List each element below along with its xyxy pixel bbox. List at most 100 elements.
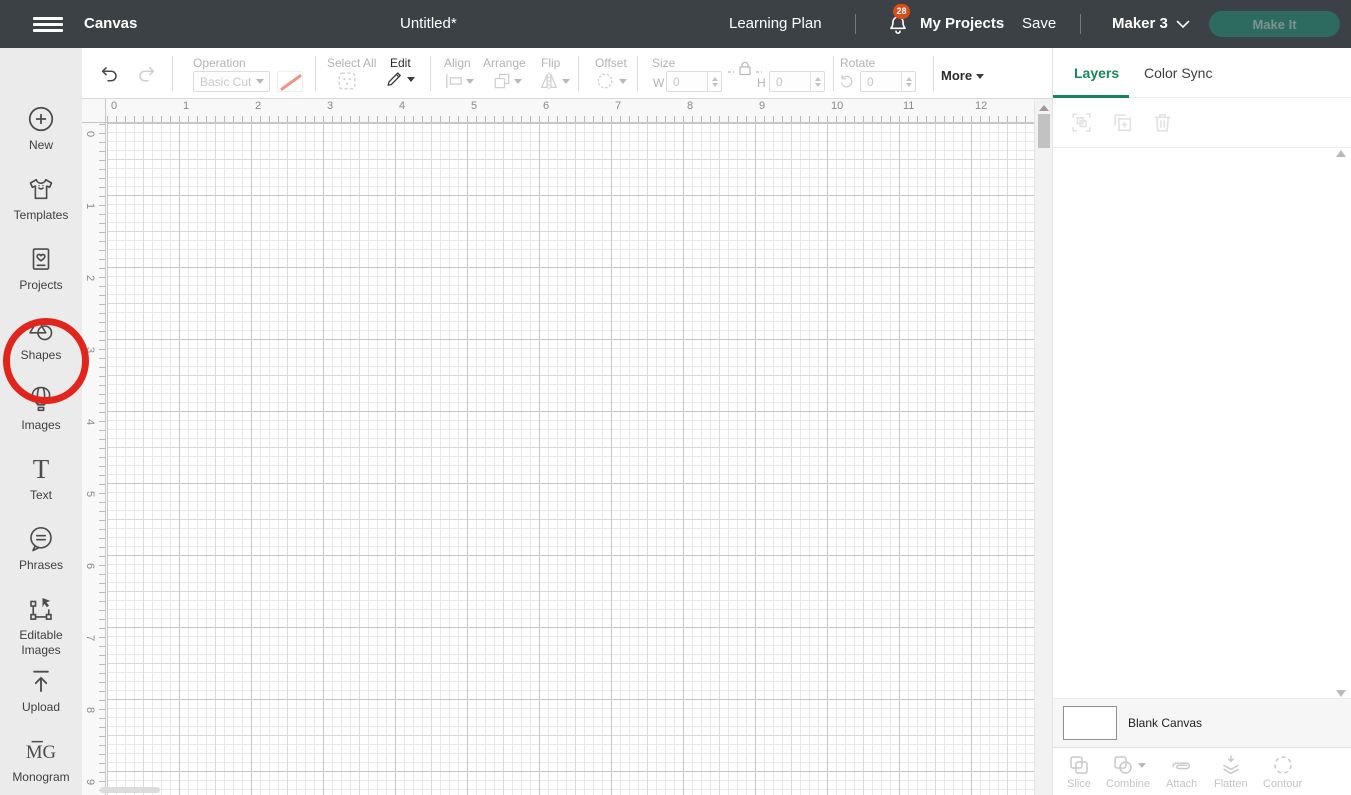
canvas-vscrollbar-thumb[interactable] — [1038, 114, 1050, 148]
panel-scroll-up-arrow[interactable] — [1336, 150, 1346, 157]
redo-button[interactable] — [136, 64, 158, 84]
combine-dropdown-caret[interactable] — [1138, 763, 1146, 768]
ruler-number: 12 — [975, 100, 987, 112]
layers-toolbar — [1053, 98, 1351, 148]
top-header-bar: Canvas Untitled* Learning Plan 28 My Pro… — [0, 0, 1351, 48]
layers-list-empty — [1053, 148, 1351, 698]
make-it-button[interactable]: Make It — [1209, 11, 1340, 37]
lock-aspect-icon[interactable] — [726, 60, 764, 76]
sidebar-item-upload[interactable]: Upload — [0, 666, 82, 715]
more-menu[interactable]: More — [941, 68, 972, 83]
design-grid-canvas[interactable] — [107, 123, 1034, 795]
align-label: Align — [444, 56, 471, 70]
rotate-input[interactable]: 0 — [860, 71, 916, 92]
arrange-icon[interactable] — [492, 71, 512, 91]
group-icon[interactable] — [1069, 110, 1094, 135]
arrange-dropdown-caret[interactable] — [514, 79, 522, 84]
sidebar-item-projects[interactable]: Projects — [0, 244, 82, 293]
left-sidebar: New Templates Projects Shapes — [0, 48, 82, 795]
rotate-icon[interactable] — [838, 72, 856, 90]
monogram-icon: MG — [26, 736, 56, 766]
shapes-icon — [26, 314, 56, 344]
sidebar-item-images[interactable]: Images — [0, 384, 82, 433]
tshirt-icon — [26, 174, 56, 204]
sidebar-item-shapes[interactable]: Shapes — [0, 314, 82, 363]
width-input[interactable]: 0 — [666, 71, 722, 92]
rotate-stepper[interactable] — [901, 72, 915, 91]
ruler-number: 1 — [84, 199, 96, 213]
sidebar-item-text[interactable]: T Text — [0, 454, 82, 503]
ruler-number: 3 — [84, 343, 96, 357]
combine-button[interactable]: Combine — [1106, 753, 1150, 790]
my-projects-link[interactable]: My Projects — [920, 0, 1004, 48]
ruler-number: 8 — [84, 703, 96, 717]
edit-menu[interactable]: Edit — [390, 56, 411, 70]
header-divider — [855, 14, 856, 34]
undo-button[interactable] — [98, 64, 120, 84]
ruler-number: 3 — [327, 100, 333, 112]
size-label: Size — [652, 56, 675, 70]
width-stepper[interactable] — [707, 72, 721, 91]
sidebar-item-editable-images[interactable]: Editable Images — [0, 594, 82, 658]
align-icon[interactable] — [444, 72, 464, 90]
pencil-icon[interactable] — [384, 69, 404, 89]
operation-color-swatch[interactable] — [277, 71, 303, 92]
flatten-button[interactable]: Flatten — [1214, 753, 1248, 790]
blank-canvas-row[interactable]: Blank Canvas — [1053, 698, 1351, 747]
width-label: W — [653, 76, 664, 90]
blank-canvas-swatch[interactable] — [1063, 706, 1117, 740]
upload-arrow-icon — [26, 666, 56, 696]
contour-icon — [1271, 753, 1295, 777]
slice-button[interactable]: Slice — [1067, 753, 1091, 790]
svg-text:MG: MG — [26, 742, 56, 763]
sidebar-item-new[interactable]: New — [0, 104, 82, 153]
ruler-number: 5 — [84, 487, 96, 501]
panel-scroll-down-arrow[interactable] — [1336, 690, 1346, 697]
text-icon: T — [33, 454, 50, 484]
blank-canvas-label: Blank Canvas — [1128, 716, 1202, 730]
save-button[interactable]: Save — [1022, 0, 1056, 48]
panel-tabs: Layers Color Sync — [1053, 48, 1351, 98]
hamburger-menu-icon[interactable] — [33, 17, 63, 32]
height-input[interactable]: 0 — [769, 71, 825, 92]
layers-panel: Layers Color Sync Blank Canvas — [1052, 48, 1351, 795]
tab-color-sync[interactable]: Color Sync — [1144, 65, 1212, 81]
scroll-up-arrow[interactable] — [1039, 105, 1049, 111]
tab-layers[interactable]: Layers — [1074, 65, 1119, 81]
sidebar-item-monogram[interactable]: MG Monogram — [0, 736, 82, 785]
flip-dropdown-caret[interactable] — [562, 79, 570, 84]
sidebar-item-templates[interactable]: Templates — [0, 174, 82, 223]
edit-dropdown-caret[interactable] — [407, 77, 415, 82]
document-title[interactable]: Untitled* — [400, 0, 457, 48]
marquee-select-icon[interactable] — [336, 70, 358, 92]
attach-icon — [1169, 753, 1195, 777]
operation-dropdown[interactable]: Basic Cut — [193, 71, 270, 92]
canvas-vscrollbar[interactable] — [1034, 99, 1052, 795]
contour-button[interactable]: Contour — [1263, 753, 1302, 790]
horizontal-ruler: 0123456789101112 — [106, 99, 1034, 123]
ruler-number: 4 — [84, 415, 96, 429]
ruler-number: 8 — [687, 100, 693, 112]
machine-selector[interactable]: Maker 3 — [1112, 0, 1168, 48]
chevron-down-icon[interactable] — [1176, 20, 1190, 29]
ruler-number: 4 — [399, 100, 405, 112]
canvas-hscrollbar-thumb[interactable] — [100, 787, 160, 793]
align-dropdown-caret[interactable] — [466, 79, 474, 84]
ruler-number: 9 — [84, 775, 96, 789]
notification-count-badge: 28 — [893, 4, 910, 19]
operation-label: Operation — [193, 56, 246, 70]
height-label: H — [757, 76, 766, 90]
trash-icon[interactable] — [1150, 110, 1175, 135]
flip-icon[interactable] — [538, 70, 560, 92]
duplicate-icon[interactable] — [1110, 110, 1135, 135]
attach-button[interactable]: Attach — [1166, 753, 1197, 790]
select-all-button[interactable]: Select All — [327, 56, 376, 70]
learning-plan-link[interactable]: Learning Plan — [729, 0, 822, 48]
offset-dropdown-caret[interactable] — [619, 79, 627, 84]
height-stepper[interactable] — [810, 72, 824, 91]
hot-air-balloon-icon — [26, 384, 56, 414]
sidebar-item-phrases[interactable]: Phrases — [0, 524, 82, 573]
flip-label: Flip — [541, 56, 560, 70]
more-dropdown-caret[interactable] — [976, 74, 984, 79]
offset-icon[interactable] — [595, 71, 615, 91]
